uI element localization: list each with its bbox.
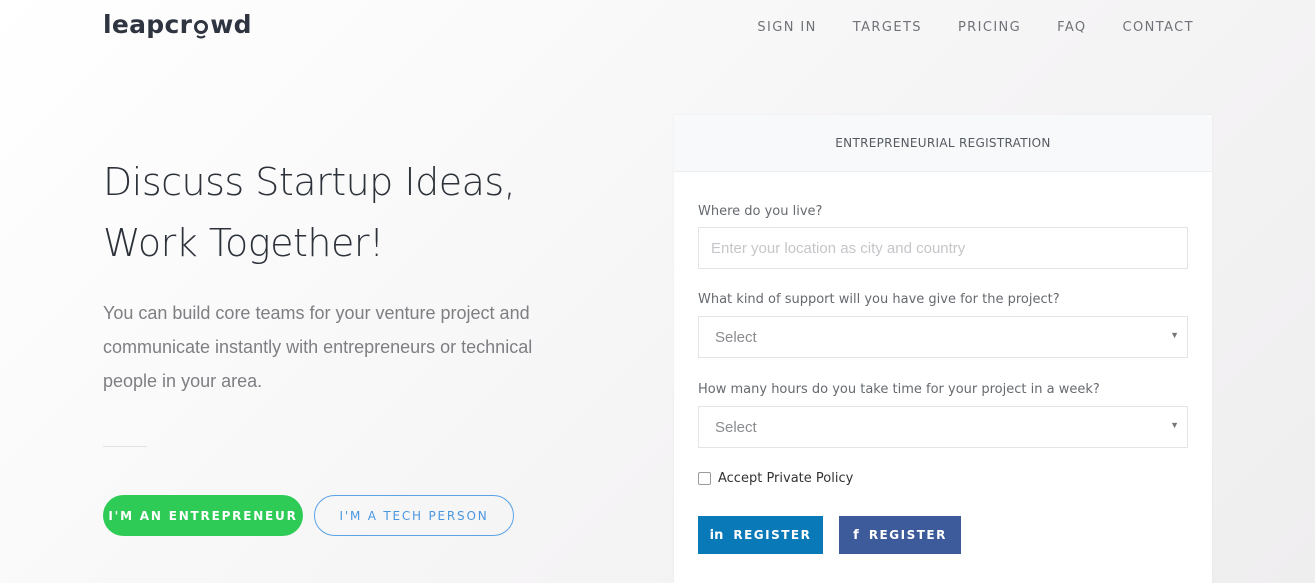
location-label: Where do you live? <box>698 204 823 219</box>
tech-person-button[interactable]: I'M A TECH PERSON <box>314 495 514 536</box>
policy-row: Accept Private Policy <box>698 471 853 486</box>
main-nav: SIGN IN TARGETS PRICING FAQ CONTACT <box>757 20 1194 35</box>
facebook-register-label: REGISTER <box>868 528 947 542</box>
policy-label[interactable]: Accept Private Policy <box>718 471 853 486</box>
hero-title-line-2: Work Together! <box>103 221 384 265</box>
nav-pricing[interactable]: PRICING <box>958 20 1021 35</box>
policy-checkbox[interactable] <box>698 472 711 485</box>
hours-select[interactable]: Select ▼ <box>698 406 1188 448</box>
hours-label: How many hours do you take time for your… <box>698 382 1100 397</box>
location-input[interactable] <box>698 227 1188 269</box>
facebook-register-button[interactable]: f REGISTER <box>839 516 961 554</box>
hero-description: You can build core teams for your ventur… <box>103 303 533 391</box>
linkedin-register-button[interactable]: in REGISTER <box>698 516 823 554</box>
hero-title: Discuss Startup Ideas, Work Together! <box>103 152 623 274</box>
linkedin-register-label: REGISTER <box>733 528 812 542</box>
hero-title-line-1: Discuss Startup Ideas, <box>103 160 516 204</box>
registration-card-title: ENTREPRENEURIAL REGISTRATION <box>674 115 1212 172</box>
support-label: What kind of support will you have give … <box>698 292 1060 307</box>
nav-targets[interactable]: TARGETS <box>853 20 922 35</box>
facebook-icon: f <box>853 527 859 543</box>
logo-text-end: wd <box>210 10 252 39</box>
registration-card: ENTREPRENEURIAL REGISTRATION Where do yo… <box>674 115 1212 583</box>
support-select-value: Select <box>715 328 757 346</box>
support-select[interactable]: Select ▼ <box>698 316 1188 358</box>
chevron-down-icon: ▼ <box>1170 330 1179 340</box>
logo[interactable]: leapcr wd <box>103 10 252 39</box>
nav-contact[interactable]: CONTACT <box>1123 20 1194 35</box>
map-pin-icon <box>193 15 209 39</box>
nav-sign-in[interactable]: SIGN IN <box>757 20 816 35</box>
logo-text-start: leapcr <box>103 10 193 39</box>
chevron-down-icon: ▼ <box>1170 420 1179 430</box>
entrepreneur-button[interactable]: I'M AN ENTREPRENEUR <box>103 495 303 536</box>
hours-select-value: Select <box>715 418 757 436</box>
divider <box>103 446 147 447</box>
linkedin-icon: in <box>709 527 724 543</box>
nav-faq[interactable]: FAQ <box>1057 20 1086 35</box>
